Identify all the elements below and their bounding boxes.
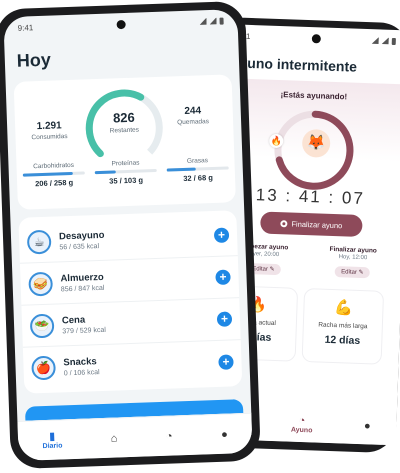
macro-value: 206 / 258 g <box>35 177 74 189</box>
macro-bar-fill <box>166 167 196 172</box>
battery-icon <box>391 37 396 45</box>
flame-icon: 🔥 <box>269 133 284 149</box>
diary-screen: 9:41 Hoy 1.291 Consumidas 826 Restantes … <box>3 9 253 461</box>
consumed-stat: 1.291 Consumidas <box>19 120 80 142</box>
meal-snacks[interactable]: 🍎 Snacks 0 / 106 kcal + <box>23 340 242 390</box>
add-breakfast-button[interactable]: + <box>213 227 230 243</box>
signal-icon <box>209 17 216 24</box>
book-icon: ▮ <box>48 430 56 443</box>
nav-diary[interactable]: ▮ Diario <box>42 430 62 450</box>
chef-hat-icon: ⌂ <box>110 431 118 445</box>
wifi-icon <box>372 37 379 44</box>
coffee-icon: ☕ <box>26 229 52 255</box>
battery-icon <box>219 17 224 25</box>
macros-row: Carbohidratos 206 / 258 g Proteínas 35 /… <box>16 156 235 189</box>
timer-icon: ◔ <box>298 414 306 427</box>
end-fast-button[interactable]: Finalizar ayuno <box>260 211 363 237</box>
nav-label: Ayuno <box>290 426 313 434</box>
nav-profile[interactable]: ● <box>364 420 371 432</box>
stop-icon <box>280 219 288 227</box>
add-snacks-button[interactable]: + <box>218 353 234 370</box>
consumed-label: Consumidas <box>31 133 68 142</box>
burned-stat: 244 Quemadas <box>165 105 222 127</box>
apple-icon: 🍎 <box>31 355 57 381</box>
calorie-summary-card[interactable]: 1.291 Consumidas 826 Restantes 244 Quema… <box>13 74 236 210</box>
nav-profile[interactable]: ● <box>221 428 228 440</box>
camera-cutout <box>311 34 321 44</box>
macro-name: Proteínas <box>111 159 140 168</box>
wifi-icon <box>199 18 206 25</box>
salad-icon: 🥗 <box>29 313 55 338</box>
macro-fat: Grasas 32 / 68 g <box>166 156 229 183</box>
diary-phone: 9:41 Hoy 1.291 Consumidas 826 Restantes … <box>0 0 261 470</box>
profile-icon: ● <box>363 420 371 433</box>
burned-label: Quemadas <box>177 118 210 127</box>
sandwich-icon: 🥪 <box>28 271 54 296</box>
nav-label: Diario <box>42 442 63 451</box>
end-fast-label: Finalizar ayuno <box>291 219 343 230</box>
edit-end-button[interactable]: Editar ✎ <box>335 266 370 279</box>
macro-protein: Proteínas 35 / 103 g <box>94 159 157 186</box>
nav-fasting[interactable]: ◔ <box>166 430 173 442</box>
streak-value: 12 días <box>324 333 361 347</box>
meals-card: ☕ Desayuno 56 / 635 kcal + 🥪 Almuerzo 856 … <box>18 210 243 394</box>
signal-icon <box>382 37 389 44</box>
status-icons <box>372 37 396 45</box>
timer-icon: ◔ <box>165 430 173 443</box>
longest-streak-card: 💪 Racha más larga 12 días <box>301 288 385 365</box>
remaining-stat: 826 Restantes <box>94 109 155 135</box>
status-time: 9:41 <box>17 22 34 33</box>
streak-label: Racha más larga <box>318 321 368 331</box>
muscle-icon: 💪 <box>333 299 354 317</box>
macro-carbs: Carbohidratos 206 / 258 g <box>22 161 85 188</box>
consumed-value: 1.291 <box>36 120 62 133</box>
end-fast-info: Finalizar ayuno Hoy, 12:00 Editar ✎ <box>329 246 377 280</box>
end-fast-time: Hoy, 12:00 <box>338 254 368 262</box>
nav-recipes[interactable]: ⌂ <box>111 432 118 444</box>
status-icons <box>199 17 224 25</box>
macro-value: 32 / 68 g <box>183 173 213 184</box>
macro-name: Carbohidratos <box>33 161 75 171</box>
macro-bar <box>22 171 85 177</box>
bottom-nav: ▮ Diario ⌂ ◔ ● <box>17 412 253 461</box>
macro-bar <box>166 166 229 172</box>
add-lunch-button[interactable]: + <box>215 269 231 285</box>
burned-value: 244 <box>184 105 202 117</box>
macro-value: 35 / 103 g <box>109 175 144 186</box>
add-dinner-button[interactable]: + <box>216 311 233 327</box>
macro-bar-fill <box>22 171 73 177</box>
nav-fasting[interactable]: ◔ Ayuno <box>290 414 313 434</box>
macro-bar-fill <box>94 170 116 175</box>
macro-name: Grasas <box>186 157 209 165</box>
remaining-value: 826 <box>112 109 135 126</box>
profile-icon: ● <box>220 428 228 441</box>
macro-bar <box>94 168 157 175</box>
